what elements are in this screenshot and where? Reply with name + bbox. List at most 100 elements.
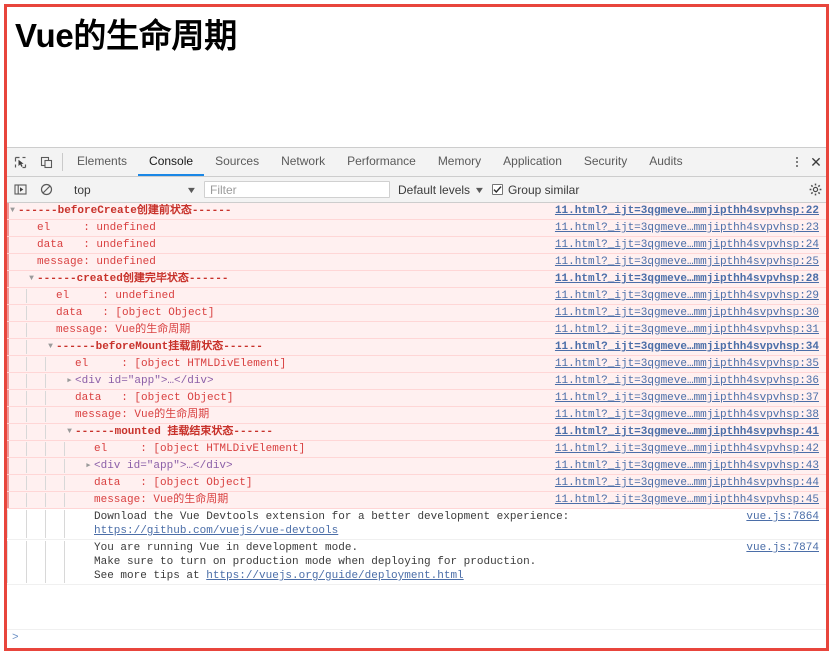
console-message-row[interactable]: data : [object Object] 11.html?_ijt=3qgme… xyxy=(7,390,826,407)
console-message-row[interactable]: message: undefined 11.html?_ijt=3qgmeve…m… xyxy=(7,254,826,271)
indent-guide xyxy=(7,323,26,337)
tab-security[interactable]: Security xyxy=(573,148,638,176)
console-message-text: message: Vue的生命周期 xyxy=(75,409,210,421)
console-message-row[interactable]: el : [object HTMLDivElement] 11.html?_ijt… xyxy=(7,441,826,458)
group-similar-toggle[interactable]: Group similar xyxy=(491,182,580,197)
console-message-row[interactable]: el : undefined 11.html?_ijt=3qgmeve…mmjip… xyxy=(7,288,826,305)
indent-guides xyxy=(7,374,64,388)
tab-elements[interactable]: Elements xyxy=(66,148,138,176)
tab-console[interactable]: Console xyxy=(138,148,205,176)
console-message-row[interactable]: el : undefined 11.html?_ijt=3qgmeve…mmjip… xyxy=(7,220,826,237)
device-toolbar-icon[interactable] xyxy=(33,148,59,176)
log-levels-select[interactable]: Default levels ▼ xyxy=(396,183,492,197)
console-message-row[interactable]: You are running Vue in development mode.… xyxy=(7,540,826,585)
console-source-link[interactable]: 11.html?_ijt=3qgmeve…mmjipthh4svpvhsp:38 xyxy=(547,407,826,422)
devtools-tab-list: Elements Console Sources Network Perform… xyxy=(66,148,781,176)
indent-guide xyxy=(7,272,26,286)
console-message-body: message: Vue的生命周期 xyxy=(7,492,547,508)
console-source-link[interactable]: 11.html?_ijt=3qgmeve…mmjipthh4svpvhsp:37 xyxy=(547,390,826,405)
console-source-link[interactable]: 11.html?_ijt=3qgmeve…mmjipthh4svpvhsp:34 xyxy=(547,339,826,354)
console-source-link[interactable]: 11.html?_ijt=3qgmeve…mmjipthh4svpvhsp:35 xyxy=(547,356,826,371)
console-message-row[interactable]: ------beforeMount挂载前状态------ 11.html?_ijt… xyxy=(7,339,826,356)
devtools-notice-line: Download the Vue Devtools extension for … xyxy=(94,511,570,523)
console-message-row[interactable]: <div id="app">…</div> 11.html?_ijt=3qgmev… xyxy=(7,458,826,475)
indent-guide xyxy=(7,408,26,422)
console-message-row[interactable]: ------created创建完毕状态------ 11.html?_ijt=3q… xyxy=(7,271,826,288)
console-source-link[interactable]: 11.html?_ijt=3qgmeve…mmjipthh4svpvhsp:36 xyxy=(547,373,826,388)
console-message-text: el : [object HTMLDivElement] xyxy=(75,358,287,370)
console-source-link[interactable]: 11.html?_ijt=3qgmeve…mmjipthh4svpvhsp:29 xyxy=(547,288,826,303)
indent-guide xyxy=(45,391,64,405)
console-message-body: data : [object Object] xyxy=(7,305,547,321)
console-message-row[interactable]: <div id="app">…</div> 11.html?_ijt=3qgmev… xyxy=(7,373,826,390)
console-source-link[interactable]: 11.html?_ijt=3qgmeve…mmjipthh4svpvhsp:31 xyxy=(547,322,826,337)
close-devtools-icon[interactable]: ✕ xyxy=(806,154,826,171)
console-message-row[interactable]: message: Vue的生命周期 11.html?_ijt=3qgmeve…mm… xyxy=(7,322,826,339)
indent-guide xyxy=(45,493,64,507)
indent-guide xyxy=(7,340,26,354)
console-source-link[interactable]: 11.html?_ijt=3qgmeve…mmjipthh4svpvhsp:45 xyxy=(547,492,826,507)
console-source-link[interactable]: 11.html?_ijt=3qgmeve…mmjipthh4svpvhsp:22 xyxy=(547,203,826,218)
console-source-link[interactable]: 11.html?_ijt=3qgmeve…mmjipthh4svpvhsp:24 xyxy=(547,237,826,252)
console-message-body: data : [object Object] xyxy=(7,390,547,406)
execution-context-select[interactable]: top ▼ xyxy=(66,183,202,197)
tab-sources[interactable]: Sources xyxy=(204,148,270,176)
console-source-link[interactable]: 11.html?_ijt=3qgmeve…mmjipthh4svpvhsp:42 xyxy=(547,441,826,456)
node-expand-arrow-icon[interactable] xyxy=(64,374,75,388)
console-message-row[interactable]: message: Vue的生命周期 11.html?_ijt=3qgmeve…mm… xyxy=(7,407,826,424)
settings-gear-icon[interactable] xyxy=(809,183,826,196)
tab-memory[interactable]: Memory xyxy=(427,148,492,176)
tab-application[interactable]: Application xyxy=(492,148,573,176)
console-message-row[interactable]: data : [object Object] 11.html?_ijt=3qgme… xyxy=(7,475,826,492)
console-source-link[interactable]: 11.html?_ijt=3qgmeve…mmjipthh4svpvhsp:25 xyxy=(547,254,826,269)
console-message-list[interactable]: ------beforeCreate创建前状态------ 11.html?_ij… xyxy=(7,203,826,629)
tab-audits[interactable]: Audits xyxy=(638,148,693,176)
console-source-link[interactable]: 11.html?_ijt=3qgmeve…mmjipthh4svpvhsp:41 xyxy=(547,424,826,439)
console-source-link[interactable]: 11.html?_ijt=3qgmeve…mmjipthh4svpvhsp:43 xyxy=(547,458,826,473)
console-source-link[interactable]: vue.js:7864 xyxy=(738,509,826,524)
console-message-row[interactable]: data : [object Object] 11.html?_ijt=3qgme… xyxy=(7,305,826,322)
log-levels-label: Default levels xyxy=(398,182,471,197)
devmode-notice-line-3: See more tips at xyxy=(94,570,207,582)
indent-guide xyxy=(45,357,64,371)
console-source-link[interactable]: 11.html?_ijt=3qgmeve…mmjipthh4svpvhsp:30 xyxy=(547,305,826,320)
indent-guide xyxy=(45,541,64,583)
console-source-link[interactable]: 11.html?_ijt=3qgmeve…mmjipthh4svpvhsp:28 xyxy=(547,271,826,286)
console-message-row[interactable]: ------beforeCreate创建前状态------ 11.html?_ij… xyxy=(7,203,826,220)
console-message-row[interactable]: data : undefined 11.html?_ijt=3qgmeve…mmj… xyxy=(7,237,826,254)
console-sidebar-icon[interactable] xyxy=(7,183,33,196)
group-collapse-arrow-icon[interactable] xyxy=(64,425,75,439)
console-filter-input[interactable] xyxy=(204,181,390,198)
console-source-link[interactable]: vue.js:7874 xyxy=(738,540,826,555)
indent-guides xyxy=(7,442,83,456)
console-message-body: message: undefined xyxy=(7,254,547,270)
console-prompt-row[interactable]: > xyxy=(7,629,826,648)
console-message-text: message: Vue的生命周期 xyxy=(94,494,229,506)
console-message-body: ------beforeCreate创建前状态------ xyxy=(7,203,547,219)
tab-network[interactable]: Network xyxy=(270,148,336,176)
console-message-row[interactable]: el : [object HTMLDivElement] 11.html?_ijt… xyxy=(7,356,826,373)
indent-guide xyxy=(64,442,83,456)
console-message-row[interactable]: Download the Vue Devtools extension for … xyxy=(7,509,826,540)
group-collapse-arrow-icon[interactable] xyxy=(7,204,18,218)
group-collapse-arrow-icon[interactable] xyxy=(45,340,56,354)
clear-console-icon[interactable] xyxy=(33,183,59,196)
console-source-link[interactable]: 11.html?_ijt=3qgmeve…mmjipthh4svpvhsp:44 xyxy=(547,475,826,490)
console-message-body: el : undefined xyxy=(7,288,547,304)
group-similar-label: Group similar xyxy=(507,182,580,197)
inspect-element-icon[interactable] xyxy=(7,148,33,176)
node-expand-arrow-icon[interactable] xyxy=(83,459,94,473)
console-message-text: ------beforeCreate创建前状态------ xyxy=(18,205,232,217)
console-message-row[interactable]: ------mounted 挂载结束状态------ 11.html?_ijt=3… xyxy=(7,424,826,441)
tab-performance[interactable]: Performance xyxy=(336,148,427,176)
group-similar-checkbox[interactable] xyxy=(491,184,503,195)
group-collapse-arrow-icon[interactable] xyxy=(26,272,37,286)
indent-guide xyxy=(26,323,45,337)
console-message-row[interactable]: message: Vue的生命周期 11.html?_ijt=3qgmeve…mm… xyxy=(7,492,826,509)
console-source-link[interactable]: 11.html?_ijt=3qgmeve…mmjipthh4svpvhsp:23 xyxy=(547,220,826,235)
vue-devtools-link[interactable]: https://github.com/vuejs/vue-devtools xyxy=(94,525,338,537)
more-options-icon[interactable] xyxy=(788,157,806,167)
tab-elements-label: Elements xyxy=(77,154,128,168)
console-message-body: <div id="app">…</div> xyxy=(7,373,547,389)
vue-deployment-guide-link[interactable]: https://vuejs.org/guide/deployment.html xyxy=(206,570,463,582)
